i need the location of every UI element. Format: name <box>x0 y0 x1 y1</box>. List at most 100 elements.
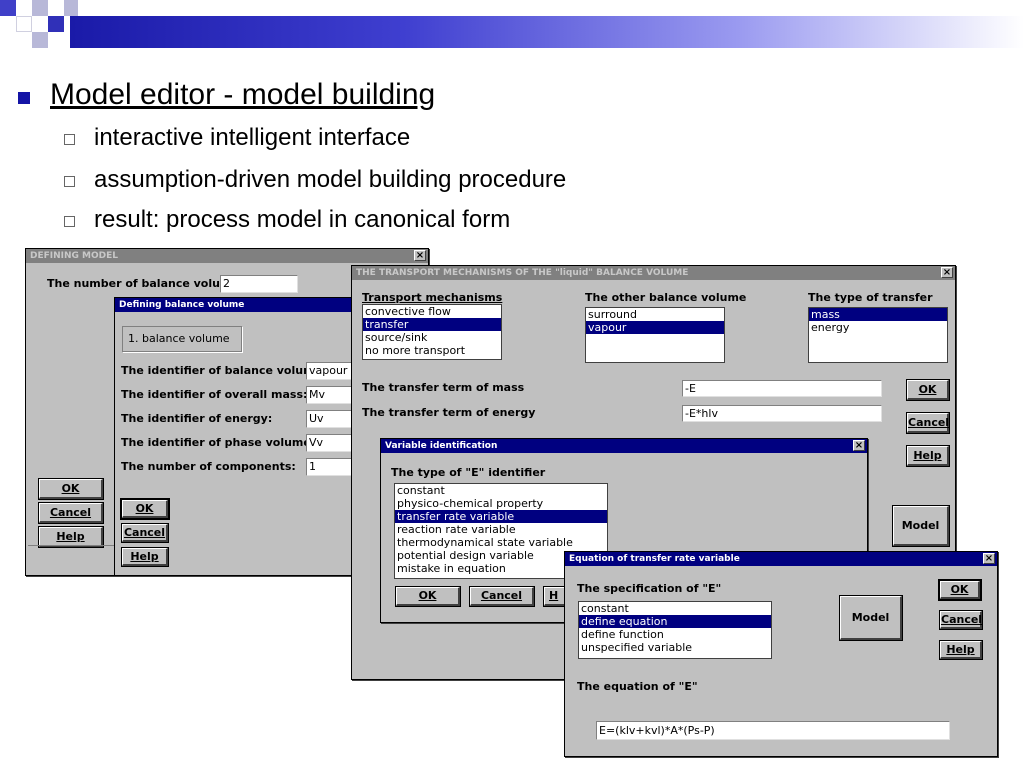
list-item[interactable]: define equation <box>579 615 771 628</box>
cancel-button[interactable]: Cancel <box>470 587 534 606</box>
mass-term-input[interactable]: -E <box>682 380 882 397</box>
header-square <box>16 16 32 32</box>
help-button[interactable]: Help <box>907 446 949 466</box>
components-input[interactable]: 1 <box>306 458 352 476</box>
list-item[interactable]: constant <box>395 484 607 497</box>
equation-dialog: Equation of transfer rate variable × The… <box>564 551 998 757</box>
list-item[interactable]: mass <box>809 308 947 321</box>
help-label: H <box>549 589 559 602</box>
bullet-box-icon <box>64 216 75 227</box>
dialog-title: THE TRANSPORT MECHANISMS OF THE "liquid"… <box>356 268 689 278</box>
dialog-title: Equation of transfer rate variable <box>569 554 740 564</box>
list-item[interactable]: reaction rate variable <box>395 523 607 536</box>
identifier-label: The identifier of phase volume: <box>121 436 316 449</box>
balance-volume-dialog: Defining balance volume 1. balance volum… <box>114 297 354 576</box>
energy-term-input[interactable]: -E*hlv <box>682 405 882 422</box>
ok-button[interactable]: OK <box>396 587 460 606</box>
mass-identifier-input[interactable]: Mv <box>306 386 352 404</box>
dialog-title: DEFINING MODEL <box>30 251 119 261</box>
model-button[interactable]: Model <box>893 506 949 546</box>
title-bar: DEFINING MODEL <box>26 249 428 263</box>
identifier-type-label: The type of "E" identifier <box>391 466 546 479</box>
ok-button[interactable]: OK <box>940 581 980 599</box>
title-bar: Defining balance volume <box>115 298 353 312</box>
bullet-box-icon <box>64 134 75 145</box>
list-item[interactable]: thermodynamical state variable <box>395 536 607 549</box>
cancel-button[interactable]: Cancel <box>39 503 103 523</box>
cancel-button[interactable]: Cancel <box>122 524 168 542</box>
ok-label: OK <box>418 589 437 602</box>
other-volume-label: The other balance volume <box>585 291 747 304</box>
list-item[interactable]: surround <box>586 308 724 321</box>
list-item[interactable]: source/sink <box>363 331 501 344</box>
close-icon[interactable]: × <box>414 250 426 261</box>
help-button[interactable]: Help <box>940 641 982 659</box>
transport-mechanisms-label: Transport mechanisms <box>362 291 503 304</box>
list-item[interactable]: physico-chemical property <box>395 497 607 510</box>
header-square <box>32 0 48 16</box>
identifier-label: The identifier of energy: <box>121 412 273 425</box>
list-item[interactable]: energy <box>809 321 947 334</box>
close-icon[interactable]: × <box>853 440 865 451</box>
ok-label: OK <box>918 383 937 396</box>
balance-volume-group: 1. balance volume <box>122 326 242 352</box>
header-square <box>64 0 78 16</box>
ok-button[interactable]: OK <box>39 479 103 499</box>
bullet-item: assumption-driven model building procedu… <box>94 166 567 193</box>
volume-identifier-input[interactable]: vapour <box>306 362 352 380</box>
ok-button[interactable]: OK <box>122 500 168 518</box>
energy-identifier-input[interactable]: Uv <box>306 410 352 428</box>
title-bar: Variable identification <box>381 439 867 453</box>
list-item[interactable]: constant <box>579 602 771 615</box>
list-item[interactable]: unspecified variable <box>579 641 771 654</box>
group-label: 1. balance volume <box>128 332 230 345</box>
ok-label: OK <box>950 583 969 596</box>
identifier-label: The number of components: <box>121 460 296 473</box>
close-icon[interactable]: × <box>941 267 953 278</box>
divider <box>28 545 114 546</box>
transport-mechanisms-list[interactable]: convective flow transfer source/sink no … <box>362 304 502 360</box>
bullet-box-icon <box>64 176 75 187</box>
help-button[interactable]: Help <box>122 548 168 566</box>
header-decoration <box>0 0 1024 60</box>
cancel-label: Cancel <box>480 589 523 602</box>
identifier-label: The identifier of overall mass: <box>121 388 308 401</box>
specification-list[interactable]: constant define equation define function… <box>578 601 772 659</box>
bullet-square-icon <box>18 92 30 104</box>
specification-label: The specification of "E" <box>577 582 722 595</box>
mass-term-label: The transfer term of mass <box>362 381 525 394</box>
number-of-volumes-label: The number of balance volumes <box>47 277 246 290</box>
list-item[interactable]: no more transport <box>363 344 501 357</box>
number-of-volumes-input[interactable]: 2 <box>220 275 298 293</box>
ok-label: OK <box>61 482 80 495</box>
transfer-type-list[interactable]: mass energy <box>808 307 948 363</box>
cancel-button[interactable]: Cancel <box>907 413 949 433</box>
list-item[interactable]: vapour <box>586 321 724 334</box>
bullet-item: result: process model in canonical form <box>94 206 511 233</box>
cancel-label: Cancel <box>123 526 166 539</box>
phase-volume-identifier-input[interactable]: Vv <box>306 434 352 452</box>
help-button[interactable]: Help <box>39 527 103 547</box>
ok-button[interactable]: OK <box>907 380 949 400</box>
other-volume-list[interactable]: surround vapour <box>585 307 725 363</box>
header-square <box>48 16 64 32</box>
equation-input[interactable]: E=(klv+kvl)*A*(Ps-P) <box>596 721 950 740</box>
header-square <box>32 32 48 48</box>
transfer-type-label: The type of transfer <box>808 291 933 304</box>
dialog-title: Variable identification <box>385 441 498 451</box>
title-bar: THE TRANSPORT MECHANISMS OF THE "liquid"… <box>352 266 955 280</box>
list-item[interactable]: convective flow <box>363 305 501 318</box>
model-button[interactable]: Model <box>840 596 902 640</box>
close-icon[interactable]: × <box>983 553 995 564</box>
help-label: Help <box>130 550 159 563</box>
help-label: Help <box>913 449 942 462</box>
slide-title: Model editor - model building <box>50 78 436 111</box>
help-label: Help <box>56 530 85 543</box>
dialog-title: Defining balance volume <box>119 300 245 310</box>
list-item[interactable]: define function <box>579 628 771 641</box>
model-label: Model <box>901 519 940 532</box>
cancel-label: Cancel <box>49 506 92 519</box>
cancel-button[interactable]: Cancel <box>940 611 982 629</box>
list-item[interactable]: transfer rate variable <box>395 510 607 523</box>
list-item[interactable]: transfer <box>363 318 501 331</box>
